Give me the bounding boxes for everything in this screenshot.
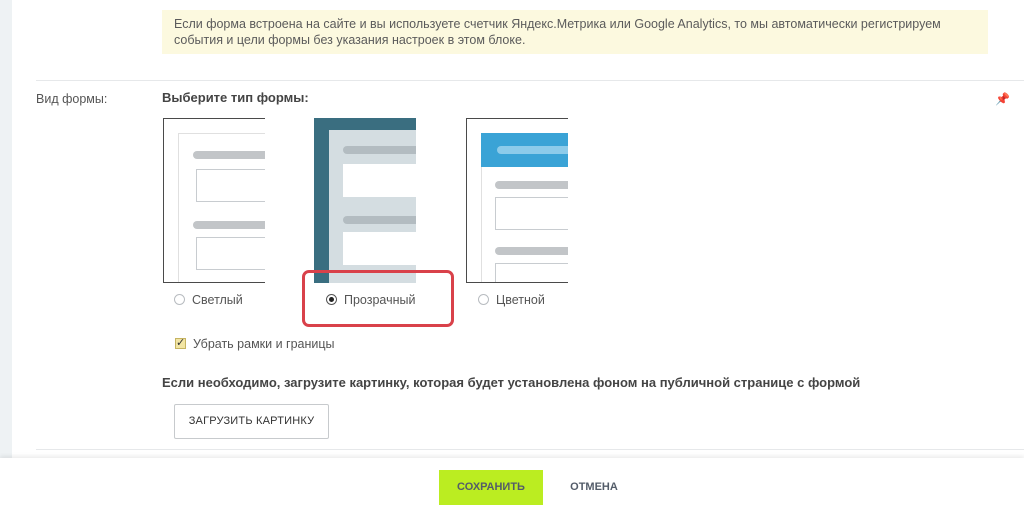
- selection-highlight: [302, 270, 454, 327]
- remove-borders-label[interactable]: Убрать рамки и границы: [193, 337, 335, 351]
- divider: [36, 80, 1024, 81]
- preview-field: [343, 164, 416, 197]
- remove-borders-checkbox[interactable]: ✓: [175, 338, 186, 349]
- cancel-button[interactable]: ОТМЕНА: [562, 470, 626, 505]
- colored-radio[interactable]: [478, 294, 489, 305]
- colored-form-preview[interactable]: [466, 118, 568, 283]
- preview-field: [196, 237, 265, 270]
- preview-bar: [495, 247, 568, 255]
- preview-bar: [343, 146, 416, 154]
- upload-description: Если необходимо, загрузите картинку, кот…: [162, 375, 861, 390]
- pin-icon[interactable]: 📌: [995, 92, 1010, 106]
- colored-option-label[interactable]: Цветной: [496, 293, 545, 307]
- light-form-preview[interactable]: [163, 118, 265, 283]
- preview-field: [495, 197, 568, 230]
- upload-image-button[interactable]: ЗАГРУЗИТЬ КАРТИНКУ: [174, 404, 329, 439]
- transparent-form-preview[interactable]: [314, 118, 416, 283]
- light-radio[interactable]: [174, 294, 185, 305]
- light-option-label[interactable]: Светлый: [192, 293, 243, 307]
- form-view-label: Вид формы:: [36, 92, 108, 106]
- preview-field: [343, 232, 416, 265]
- preview-field: [495, 263, 568, 282]
- info-note: Если форма встроена на сайте и вы исполь…: [162, 10, 988, 54]
- preview-header: [481, 133, 568, 167]
- divider: [36, 449, 1024, 450]
- save-button[interactable]: СОХРАНИТЬ: [439, 470, 543, 505]
- preview-bar: [495, 181, 568, 189]
- preview-bar: [343, 216, 416, 224]
- preview-bar: [193, 151, 265, 159]
- preview-field: [196, 169, 265, 202]
- preview-bar: [193, 221, 265, 229]
- form-type-heading: Выберите тип формы:: [162, 90, 309, 105]
